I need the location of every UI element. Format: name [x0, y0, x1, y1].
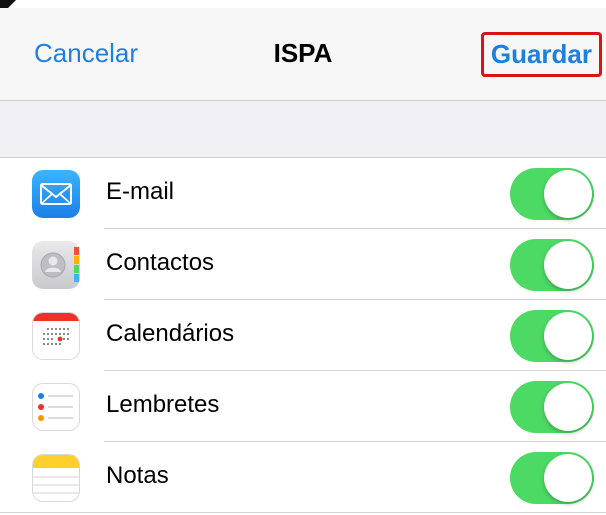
list-item-label: Notas [106, 462, 169, 489]
section-spacer [0, 101, 606, 158]
toggle-knob [544, 170, 592, 218]
toggle-knob [544, 241, 592, 289]
list-item-label: Calendários [106, 320, 235, 347]
reminders-toggle[interactable] [510, 381, 594, 433]
list-item-label: Lembretes [106, 391, 220, 418]
calendar-icon [32, 312, 80, 360]
mail-icon [32, 170, 80, 218]
calendars-toggle[interactable] [510, 310, 594, 362]
reminders-icon [32, 383, 80, 431]
sync-settings-list: E-mail Contactos Calendários Lembretes N… [0, 158, 606, 513]
toggle-knob [544, 383, 592, 431]
notes-toggle[interactable] [510, 452, 594, 504]
navigation-bar: Cancelar ISPA Guardar [0, 8, 606, 101]
toggle-knob [544, 454, 592, 502]
list-item-label: Contactos [106, 249, 215, 276]
list-item-calendars: Calendários [0, 300, 606, 371]
list-item-mail: E-mail [0, 158, 606, 229]
contacts-toggle[interactable] [510, 239, 594, 291]
toggle-knob [544, 312, 592, 360]
list-item-label: E-mail [106, 178, 175, 205]
list-item-contacts: Contactos [0, 229, 606, 300]
list-item-reminders: Lembretes [0, 371, 606, 442]
save-button[interactable]: Guardar [480, 32, 602, 77]
list-item-notes: Notas [0, 442, 606, 513]
mail-toggle[interactable] [510, 168, 594, 220]
contacts-icon [32, 241, 80, 289]
notes-icon [32, 454, 80, 502]
